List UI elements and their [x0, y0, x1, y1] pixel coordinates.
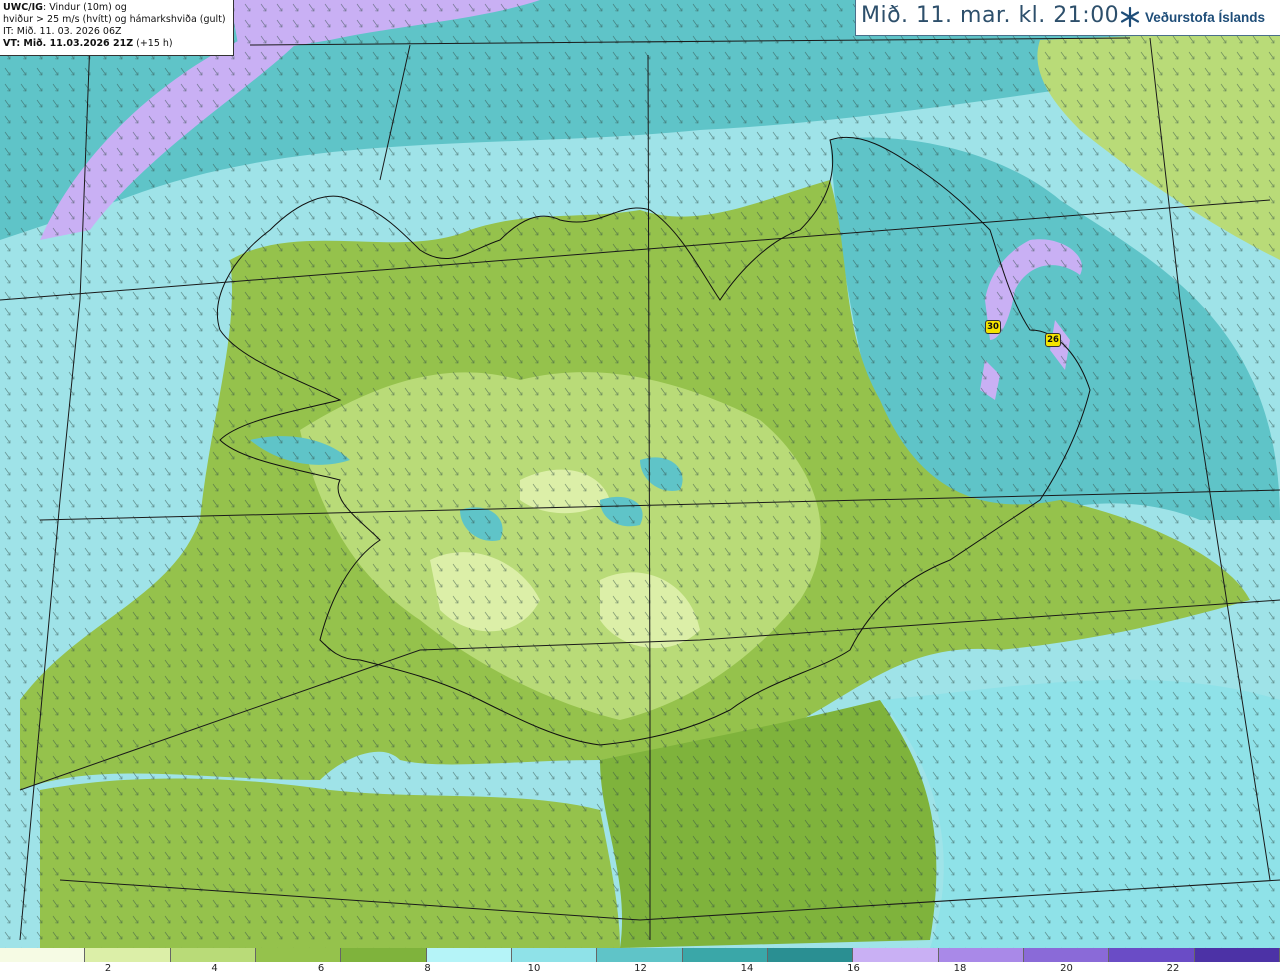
- date-title: Mið. 11. mar. kl. 21:00: [861, 3, 1120, 28]
- legend-swatch: [255, 948, 342, 962]
- legend-swatch: [1109, 948, 1195, 962]
- logo-text: Veðurstofa Íslands: [1145, 9, 1266, 25]
- legend-tick-label: 20: [1060, 963, 1073, 974]
- legend-swatch: [511, 948, 598, 962]
- legend-tick-label: 6: [317, 963, 325, 974]
- legend-tick-label: 10: [527, 963, 541, 974]
- legend-tick-label: 8: [424, 963, 431, 974]
- legend-swatch: [853, 948, 939, 962]
- legend-swatch: [0, 948, 86, 962]
- valid-time: VT: Mið. 11.03.2026 21Z: [3, 38, 134, 49]
- legend-tick-label: 16: [847, 963, 860, 974]
- legend-tick-label: 4: [211, 963, 218, 974]
- legend-swatch: [341, 948, 427, 962]
- legend-tick-label: 14: [740, 963, 754, 974]
- product-code: UWC/IG: [3, 2, 43, 13]
- legend-tick-label: 12: [634, 963, 647, 974]
- legend-swatch: [1194, 948, 1280, 962]
- legend-swatch: [767, 948, 854, 962]
- legend-tick-label: 18: [953, 963, 967, 974]
- legend-tick-label: 2: [104, 963, 112, 974]
- wind-map: [0, 0, 1280, 948]
- legend-swatch: [938, 948, 1024, 962]
- legend-swatch: [426, 948, 512, 962]
- snowflake-logo-icon: [1120, 6, 1140, 28]
- forecast-hours: (+15 h): [133, 38, 173, 49]
- legend-tick-label: 22: [1166, 963, 1180, 974]
- legend-swatch: [170, 948, 256, 962]
- legend-swatch: [597, 948, 683, 962]
- product-description: hviður > 25 m/s (hvítt) og hámarkshviða …: [3, 14, 226, 25]
- legend-swatch: [682, 948, 768, 962]
- color-legend: 2 4 6 8 10 12 14 16 18 20 22: [0, 948, 1280, 978]
- date-header: Mið. 11. mar. kl. 21:00 Veðurstofa Íslan…: [855, 0, 1280, 36]
- logo: Veðurstofa Íslands: [1119, 6, 1265, 28]
- info-box: UWC/IG: Vindur (10m) og hviður > 25 m/s …: [0, 0, 234, 56]
- legend-swatch: [85, 948, 171, 962]
- wind-arrows-overlay: [0, 0, 1280, 948]
- legend-swatch: [1023, 948, 1110, 962]
- product-title: : Vindur (10m) og: [42, 2, 127, 13]
- legend-colorbar: [0, 948, 1280, 962]
- initial-time: IT: Mið. 11. 03. 2026 06Z: [3, 26, 122, 37]
- gust-badge-1: 30: [985, 320, 1001, 334]
- gust-badge-2: 26: [1045, 333, 1061, 347]
